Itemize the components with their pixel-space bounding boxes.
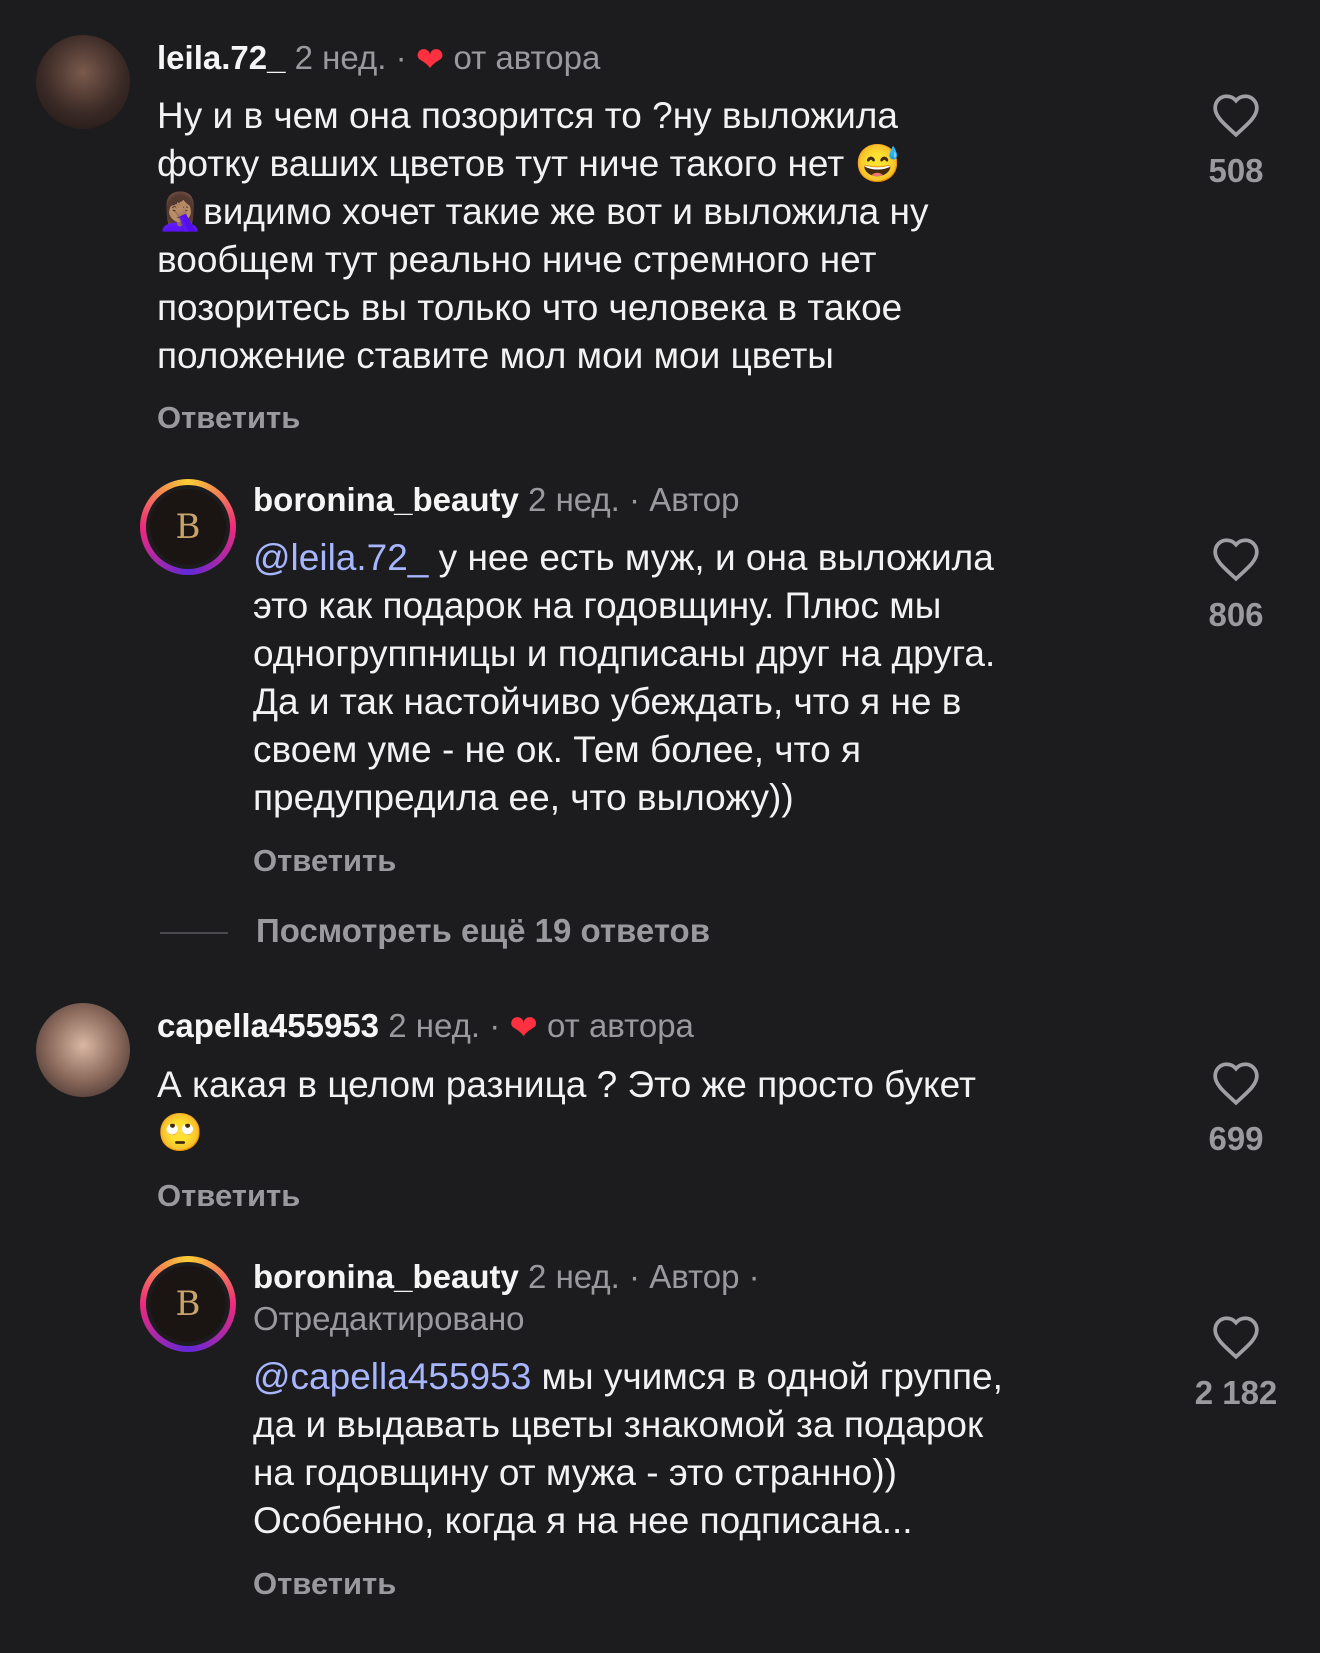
reply-button[interactable]: Ответить — [157, 400, 300, 436]
comment-line: одногруппницы и подписаны друг на друга. — [253, 633, 996, 674]
like-button[interactable]: 2 182 — [1166, 1314, 1306, 1412]
comment-line: А какая в целом разница ? Это же просто … — [157, 1064, 976, 1105]
reply-button[interactable]: Ответить — [253, 1566, 396, 1602]
username[interactable]: boronina_beauty — [253, 481, 519, 518]
comment-line: фотку ваших цветов тут ниче такого нет 😅 — [157, 143, 901, 184]
view-more-divider — [160, 932, 228, 934]
avatar[interactable]: B — [140, 1256, 236, 1352]
like-count: 699 — [1208, 1120, 1264, 1157]
mention-link[interactable]: @leila.72_ — [253, 537, 428, 578]
author-badge: Автор · — [649, 1258, 760, 1295]
comment-line: вообщем тут реально ниче стремного нет — [157, 239, 877, 280]
separator: · — [629, 481, 641, 518]
brand-logo: B — [150, 489, 226, 565]
view-more-replies-button[interactable]: Посмотреть ещё 19 ответов — [256, 912, 710, 950]
timestamp: 2 нед. — [294, 39, 387, 76]
comment-text: @capella455953 мы учимся в одной группе,… — [253, 1353, 1153, 1545]
heart-icon — [1213, 94, 1259, 138]
username[interactable]: capella455953 — [157, 1007, 379, 1044]
comment-line: @capella455953 мы учимся в одной группе, — [253, 1353, 1153, 1401]
comment-text: А какая в целом разница ? Это же просто … — [157, 1061, 1117, 1157]
like-button[interactable]: 699 — [1166, 1060, 1306, 1158]
heart-icon — [1213, 1062, 1259, 1106]
comment-line: 🤦🏽‍♀️видимо хочет такие же вот и выложил… — [157, 191, 929, 232]
comment-line: это как подарок на годовщину. Плюс мы — [253, 585, 942, 626]
comment-line: своем уме - не ок. Тем более, что я — [253, 729, 861, 770]
brand-logo: B — [150, 1266, 226, 1342]
comment-meta: capella455953 2 нед. · ❤ от автора — [157, 1006, 694, 1048]
comment-line: @leila.72_ у нее есть муж, и она выложил… — [253, 534, 1153, 582]
comment-line-rest: у нее есть муж, и она выложила — [428, 537, 994, 578]
avatar[interactable] — [36, 1003, 130, 1097]
like-button[interactable]: 806 — [1166, 536, 1306, 634]
comment-meta: leila.72_ 2 нед. · ❤ от автора — [157, 38, 600, 80]
comment-line: Ну и в чем она позорится то ?ну выложила — [157, 95, 898, 136]
timestamp: 2 нед. — [388, 1007, 481, 1044]
timestamp: 2 нед. — [528, 481, 620, 518]
username[interactable]: boronina_beauty — [253, 1258, 519, 1295]
timestamp: 2 нед. — [528, 1258, 620, 1295]
reply-button[interactable]: Ответить — [253, 843, 396, 879]
avatar[interactable] — [36, 35, 130, 129]
separator: · — [489, 1007, 501, 1044]
heart-filled-icon: ❤ — [415, 41, 445, 79]
heart-filled-icon: ❤ — [509, 1009, 538, 1047]
comment-text: Ну и в чем она позорится то ?ну выложила… — [157, 92, 1097, 380]
author-like-label: от автора — [453, 39, 601, 76]
comment-line: предупредила ее, что выложу)) — [253, 777, 794, 818]
like-button[interactable]: 508 — [1166, 92, 1306, 190]
comment-meta: boronina_beauty 2 нед. · Автор · — [253, 1257, 760, 1297]
comment-meta: boronina_beauty 2 нед. · Автор — [253, 480, 739, 520]
mention-link[interactable]: @capella455953 — [253, 1356, 531, 1397]
username[interactable]: leila.72_ — [157, 39, 285, 76]
comment-line: на годовщину от мужа - это странно)) — [253, 1452, 897, 1493]
comment-line: да и выдавать цветы знакомой за подарок — [253, 1404, 984, 1445]
comment-line: позоритесь вы только что человека в тако… — [157, 287, 903, 328]
separator: · — [395, 39, 407, 76]
comment-line: 🙄 — [157, 1112, 204, 1153]
comment-line: Особенно, когда я на нее подписана... — [253, 1500, 913, 1541]
reply-button[interactable]: Ответить — [157, 1178, 300, 1214]
comment-text: @leila.72_ у нее есть муж, и она выложил… — [253, 534, 1153, 822]
comment-line-rest: мы учимся в одной группе, — [531, 1356, 1003, 1397]
heart-icon — [1213, 1316, 1259, 1360]
author-like-label: от автора — [547, 1007, 694, 1044]
comment-line: положение ставите мол мои мои цветы — [157, 335, 834, 376]
separator: · — [629, 1258, 641, 1295]
author-badge: Автор — [649, 481, 740, 518]
edited-label: Отредактировано — [253, 1300, 525, 1337]
heart-icon — [1213, 538, 1259, 582]
comment-line: Да и так настойчиво убеждать, что я не в — [253, 681, 962, 722]
like-count: 806 — [1208, 596, 1264, 633]
like-count: 2 182 — [1194, 1374, 1278, 1411]
avatar[interactable]: B — [140, 479, 236, 575]
like-count: 508 — [1208, 152, 1264, 189]
